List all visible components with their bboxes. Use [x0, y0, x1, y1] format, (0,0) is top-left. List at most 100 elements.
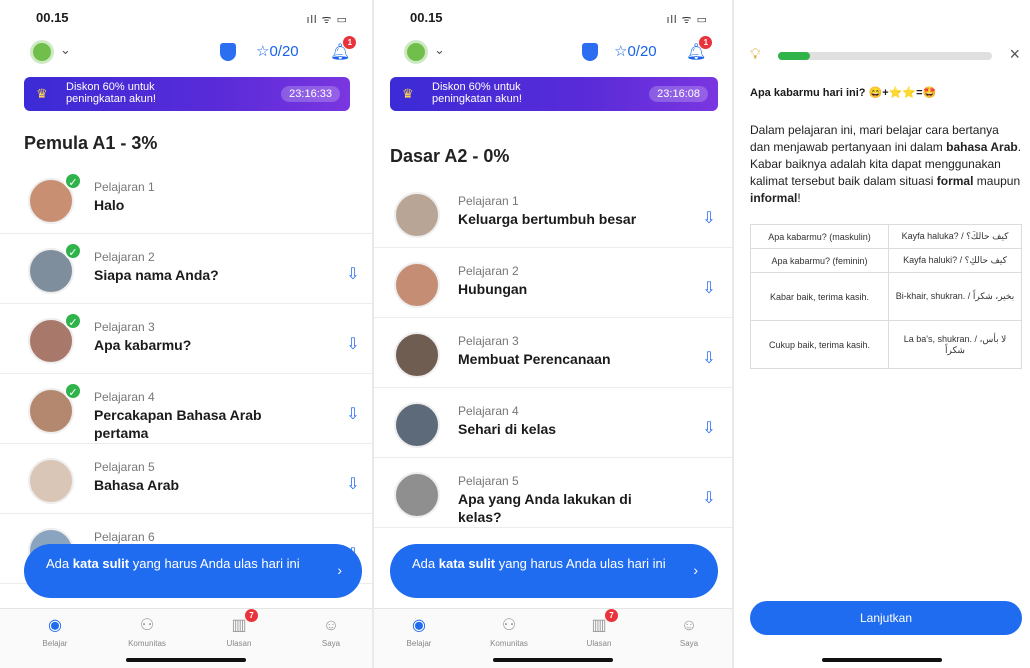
lesson-number: Pelajaran 5	[458, 474, 519, 488]
lesson-progress-bar	[778, 52, 992, 60]
download-cloud-icon[interactable]: ⇩	[344, 407, 362, 423]
lesson-thumbnail	[28, 458, 74, 504]
home-indicator	[822, 658, 942, 662]
promo-timer: 23:16:08	[649, 86, 708, 102]
continue-button[interactable]: Lanjutkan	[750, 601, 1022, 635]
lesson-number: Pelajaran 4	[458, 404, 519, 418]
table-cell: Kayfa haluki? / كيف حالكِ؟	[888, 248, 1022, 273]
tab-badge: 7	[245, 609, 258, 622]
star-counter[interactable]: ☆0/20	[256, 42, 299, 60]
community-icon: ⚇	[139, 617, 155, 634]
shield-icon[interactable]	[220, 43, 236, 61]
lesson-number: Pelajaran 1	[458, 194, 519, 208]
promo-banner[interactable]: ♛ Diskon 60% untuk peningkatan akun! 23:…	[24, 77, 350, 111]
promo-timer: 23:16:33	[281, 86, 340, 102]
close-icon[interactable]: ×	[1009, 44, 1020, 65]
table-row: Kabar baik, terima kasih. Bi-khair, shukr…	[750, 272, 1022, 321]
status-time: 00.15	[36, 10, 69, 25]
review-text-pre: Ada	[46, 556, 73, 571]
crown-icon: ♛	[36, 86, 48, 101]
intro-part: !	[797, 191, 801, 205]
download-cloud-icon[interactable]: ⇩	[700, 351, 718, 367]
bell-icon[interactable]: 🔔︎ 1	[686, 36, 713, 62]
community-icon: ⚇	[501, 617, 517, 634]
lesson-title: Bahasa Arab	[94, 477, 180, 493]
lesson-number: Pelajaran 6	[94, 530, 155, 544]
table-cell: La ba's, shukran. / لا بأس، شكراً	[888, 320, 1022, 369]
tab-ulasan[interactable]: ▥ 7 Ulasan	[564, 609, 634, 648]
tab-label: Saya	[679, 639, 699, 648]
lesson-item[interactable]: Pelajaran 5 Apa yang Anda lakukan di kela…	[374, 466, 732, 528]
globe-icon: ◉	[48, 617, 62, 634]
promo-banner[interactable]: ♛ Diskon 60% untuk peningkatan akun! 23:…	[390, 77, 718, 111]
lesson-title: Apa kabarmu?	[94, 337, 192, 353]
lesson-thumbnail	[394, 402, 440, 448]
download-cloud-icon[interactable]: ⇩	[344, 267, 362, 283]
lesson-number: Pelajaran 2	[458, 264, 519, 278]
lesson-item[interactable]: ✓ Pelajaran 1 Halo	[0, 172, 372, 234]
download-cloud-icon[interactable]: ⇩	[700, 491, 718, 507]
lesson-item[interactable]: Pelajaran 2 Hubungan ⇩	[374, 256, 732, 318]
bell-icon[interactable]: 🔔︎ 1	[330, 36, 357, 62]
promo-text: Diskon 60% untuk peningkatan akun!	[66, 81, 156, 105]
lightbulb-icon[interactable]: 💡︎	[750, 46, 761, 63]
lesson-number: Pelajaran 5	[94, 460, 155, 474]
lesson-item[interactable]: Pelajaran 4 Sehari di kelas ⇩	[374, 396, 732, 458]
intro-bold: bahasa Arab	[946, 140, 1018, 154]
lesson-title: Halo	[94, 197, 125, 213]
table-cell: Cukup baik, terima kasih.	[750, 320, 889, 369]
lesson-thumbnail	[394, 192, 440, 238]
download-cloud-icon[interactable]: ⇩	[344, 337, 362, 353]
notification-badge: 1	[699, 36, 713, 49]
tab-komunitas[interactable]: ⚇ Komunitas	[474, 615, 544, 648]
lesson-item[interactable]: Pelajaran 3 Membuat Perencanaan ⇩	[374, 326, 732, 388]
language-flag-icon[interactable]	[404, 40, 428, 64]
tab-label: Komunitas	[128, 639, 166, 648]
download-cloud-icon[interactable]: ⇩	[700, 421, 718, 437]
tab-belajar[interactable]: ◉ Belajar	[384, 615, 454, 648]
lesson-item[interactable]: ✓ Pelajaran 4 Percakapan Bahasa Arab perta…	[0, 382, 372, 444]
completed-check-icon: ✓	[64, 172, 82, 190]
chevron-right-icon: ›	[337, 562, 342, 578]
review-text-bold: kata sulit	[438, 556, 496, 571]
lesson-item[interactable]: ✓ Pelajaran 2 Siapa nama Anda? ⇩	[0, 242, 372, 304]
intro-bold: informal	[750, 191, 798, 205]
tab-belajar[interactable]: ◉ Belajar	[20, 615, 90, 648]
lesson-thumbnail	[394, 262, 440, 308]
tab-komunitas[interactable]: ⚇ Komunitas	[112, 615, 182, 648]
lesson-item[interactable]: Pelajaran 5 Bahasa Arab ⇩	[0, 452, 372, 514]
tab-saya[interactable]: ☺ Saya	[654, 615, 724, 648]
star-counter[interactable]: ☆0/20	[614, 42, 657, 60]
language-flag-icon[interactable]	[30, 40, 54, 64]
review-banner[interactable]: Ada kata sulit yang harus Anda ulas hari…	[24, 544, 362, 598]
lesson-number: Pelajaran 4	[94, 390, 155, 404]
lesson-intro-screen: 💡︎ × Apa kabarmu hari ini? 😄+⭐⭐=🤩 Dalam …	[734, 0, 1030, 668]
review-text-post: yang harus Anda ulas hari ini	[129, 556, 300, 571]
status-icons: ıll ᯤ ▭	[666, 14, 708, 26]
lesson-item[interactable]: Pelajaran 1 Keluarga bertumbuh besar ⇩	[374, 186, 732, 248]
shield-icon[interactable]	[582, 43, 598, 61]
download-cloud-icon[interactable]: ⇩	[700, 281, 718, 297]
tab-badge: 7	[605, 609, 618, 622]
home-indicator	[493, 658, 613, 662]
download-cloud-icon[interactable]: ⇩	[700, 211, 718, 227]
table-cell: Apa kabarmu? (maskulin)	[750, 224, 889, 249]
review-icon: ▥ 7	[588, 609, 618, 637]
table-cell: Kabar baik, terima kasih.	[750, 272, 889, 321]
profile-icon: ☺	[680, 617, 698, 634]
globe-icon: ◉	[412, 617, 426, 634]
intro-bold: formal	[936, 174, 974, 188]
review-text-pre: Ada	[412, 556, 439, 571]
chevron-down-icon[interactable]: ⌄	[434, 42, 445, 58]
tab-label: Ulasan	[586, 639, 612, 648]
download-cloud-icon[interactable]: ⇩	[344, 477, 362, 493]
top-bar: ⌄ ☆0/20 🔔︎ 1	[374, 36, 732, 66]
lesson-number: Pelajaran 3	[94, 320, 155, 334]
tab-ulasan[interactable]: ▥ 7 Ulasan	[204, 609, 274, 648]
section-title: Dasar A2 - 0%	[390, 146, 510, 166]
chevron-down-icon[interactable]: ⌄	[60, 42, 71, 58]
review-banner[interactable]: Ada kata sulit yang harus Anda ulas hari…	[390, 544, 718, 598]
lesson-item[interactable]: ✓ Pelajaran 3 Apa kabarmu? ⇩	[0, 312, 372, 374]
lesson-title: Percakapan Bahasa Arab pertama	[94, 407, 262, 441]
tab-saya[interactable]: ☺ Saya	[296, 615, 366, 648]
